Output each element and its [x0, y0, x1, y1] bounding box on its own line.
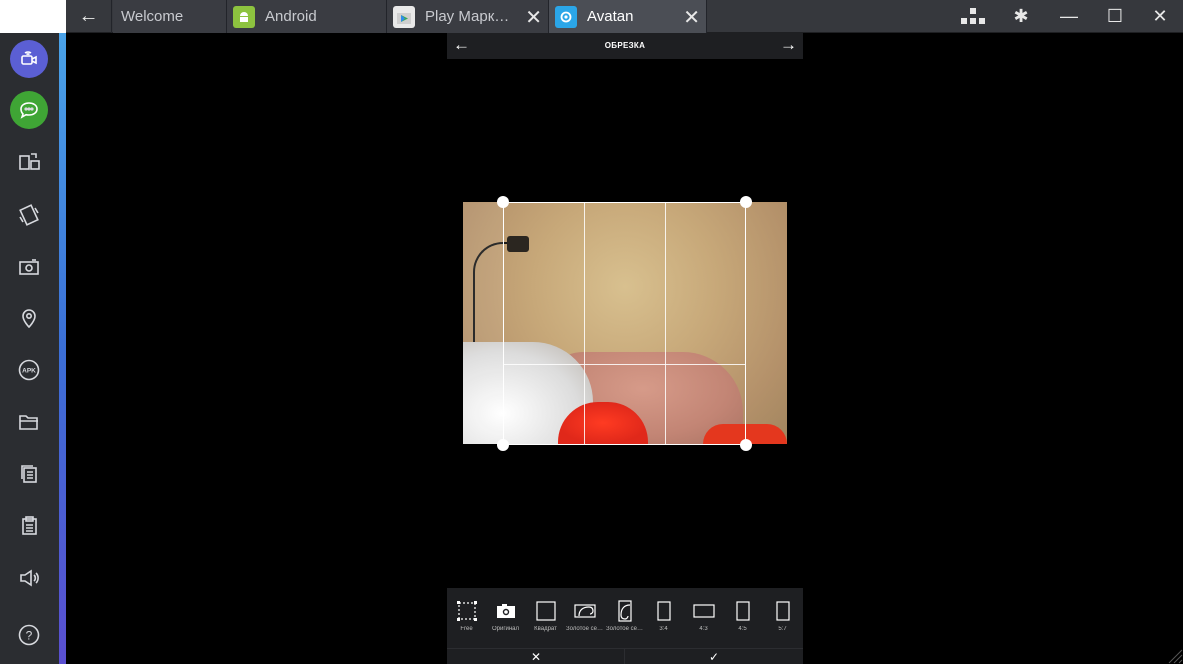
- copy-icon[interactable]: [10, 455, 48, 493]
- tool-label: 4:3: [699, 626, 708, 632]
- original-icon: [486, 600, 525, 622]
- video-call-icon[interactable]: [10, 40, 48, 78]
- tab-label: Play Марк…: [425, 8, 510, 25]
- cancel-icon: ✕: [530, 650, 542, 664]
- minimize-icon[interactable]: —: [1046, 0, 1092, 33]
- tool-original[interactable]: Оригинал: [486, 588, 525, 648]
- tool-ratio-4-3[interactable]: 4:3: [684, 588, 723, 648]
- tool-golden-landscape[interactable]: Золотое се…: [565, 588, 604, 648]
- android-icon: [233, 5, 255, 28]
- tool-label: 4:5: [738, 626, 747, 632]
- tab-avatan[interactable]: Avatan ✕: [549, 0, 707, 33]
- avatan-icon: [555, 5, 577, 28]
- resize-grip-icon[interactable]: [1163, 644, 1183, 664]
- next-arrow-icon[interactable]: →: [780, 35, 797, 55]
- grid-line: [504, 364, 745, 365]
- tab-bar: ← Welcome Android Play Марк… ✕ Avatan ✕: [66, 0, 1183, 33]
- crop-handle-bottom-right[interactable]: [740, 439, 752, 451]
- crop-handle-top-right[interactable]: [740, 196, 752, 208]
- ratio-5-7-icon: [763, 600, 802, 622]
- close-icon[interactable]: ✕: [1137, 0, 1183, 33]
- tool-free[interactable]: Free: [447, 588, 486, 648]
- rotate-screen-icon[interactable]: [10, 143, 48, 181]
- location-icon[interactable]: [10, 299, 48, 337]
- apk-label: APK: [22, 368, 36, 375]
- square-icon: [526, 600, 565, 622]
- crop-frame[interactable]: [503, 202, 746, 445]
- tool-label: 3:4: [659, 626, 668, 632]
- tool-label: Золотое се…: [566, 626, 603, 632]
- title-corner: [0, 0, 66, 33]
- grid-line: [584, 203, 585, 444]
- keymap-icon[interactable]: [950, 0, 996, 33]
- tool-square[interactable]: Квадрат: [526, 588, 565, 648]
- play-store-icon: [393, 5, 415, 28]
- ratio-4-3-icon: [684, 600, 723, 622]
- maximize-icon[interactable]: ☐: [1092, 0, 1138, 33]
- tool-ratio-5-7[interactable]: 5:7: [763, 588, 802, 648]
- close-tab-icon[interactable]: ✕: [525, 5, 542, 30]
- tool-ratio-3-4[interactable]: 3:4: [644, 588, 683, 648]
- sidebar: APK ?: [0, 0, 66, 664]
- tab-welcome[interactable]: Welcome: [113, 0, 227, 33]
- gear-icon[interactable]: ✱: [998, 0, 1044, 33]
- back-button[interactable]: ←: [66, 0, 112, 33]
- ratio-3-4-icon: [644, 600, 683, 622]
- shake-icon[interactable]: [10, 196, 48, 234]
- tool-label: Квадрат: [534, 626, 557, 632]
- back-arrow-icon: ←: [78, 5, 99, 27]
- confirm-button[interactable]: ✓: [625, 649, 803, 664]
- tool-label: Золотое се…: [606, 626, 643, 632]
- tab-label: Android: [265, 8, 317, 25]
- apk-icon[interactable]: APK: [10, 351, 48, 389]
- volume-icon[interactable]: [10, 559, 48, 597]
- crop-outside-area: [463, 202, 503, 444]
- cancel-button[interactable]: ✕: [447, 649, 625, 664]
- help-icon[interactable]: ?: [10, 616, 48, 654]
- free-crop-icon: [447, 600, 486, 622]
- tool-golden-portrait[interactable]: Золотое се…: [605, 588, 644, 648]
- chat-icon[interactable]: [10, 91, 48, 129]
- tab-label: Welcome: [121, 8, 184, 25]
- grid-line: [665, 203, 666, 444]
- close-tab-icon[interactable]: ✕: [683, 5, 700, 30]
- sidebar-accent: [59, 33, 66, 664]
- tool-label: Оригинал: [491, 626, 520, 632]
- crop-handle-bottom-left[interactable]: [497, 439, 509, 451]
- check-icon: ✓: [708, 650, 720, 664]
- tool-label: Free: [460, 626, 473, 632]
- folder-icon[interactable]: [10, 403, 48, 441]
- ratio-4-5-icon: [723, 600, 762, 622]
- crop-handle-top-left[interactable]: [497, 196, 509, 208]
- tab-android[interactable]: Android: [227, 0, 387, 33]
- help-label: ?: [26, 629, 33, 643]
- tab-play-market[interactable]: Play Марк… ✕: [387, 0, 549, 33]
- action-bar: ✕ ✓: [447, 648, 803, 664]
- tool-ratio-4-5[interactable]: 4:5: [723, 588, 762, 648]
- paste-icon[interactable]: [10, 507, 48, 545]
- camera-icon[interactable]: [10, 248, 48, 286]
- golden-ratio-landscape-icon: [565, 600, 604, 622]
- emulator-window: APK ? ← Welcome Android Play Марк… ✕ Ava…: [0, 0, 1183, 664]
- crop-ratio-toolbar: Free Оригинал Квадрат Золотое се… Золото…: [447, 588, 803, 648]
- tab-label: Avatan: [587, 8, 634, 25]
- golden-ratio-portrait-icon: [605, 600, 644, 622]
- crop-header: ← ОБРЕЗКА →: [447, 33, 803, 59]
- tool-label: 5:7: [778, 626, 787, 632]
- page-title: ОБРЕЗКА: [604, 41, 646, 50]
